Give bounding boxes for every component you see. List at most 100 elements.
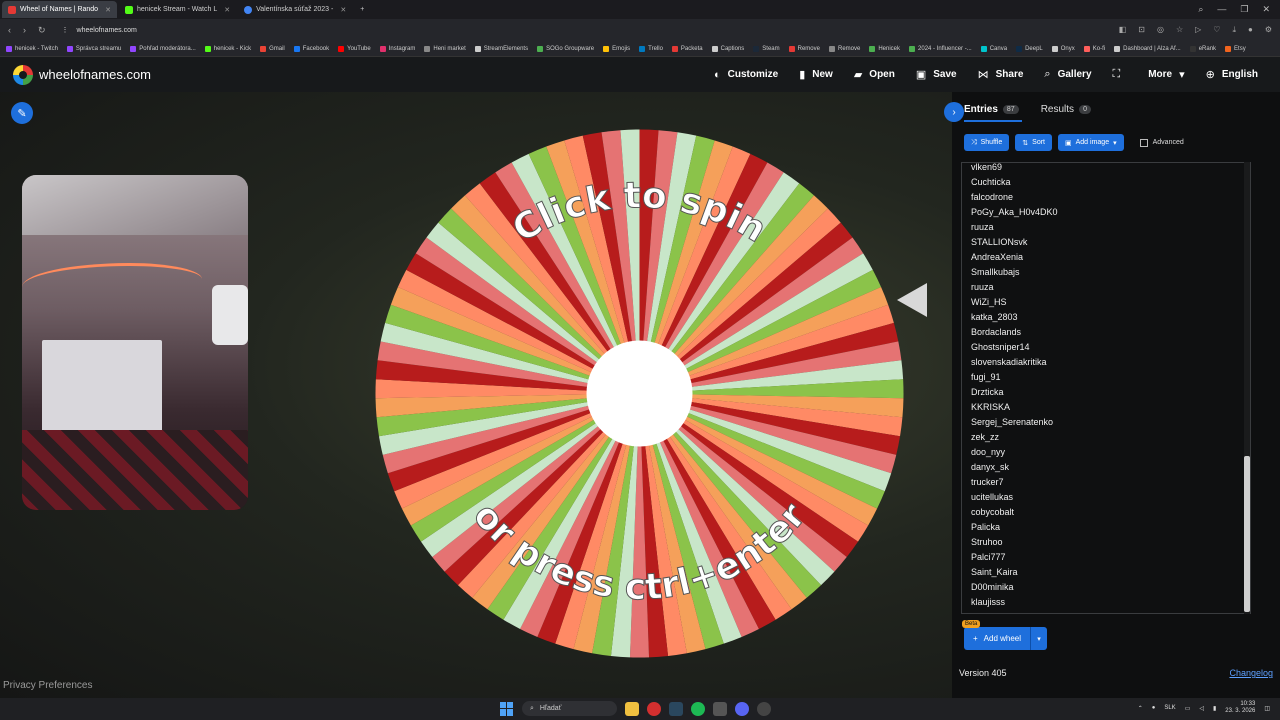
bookmark-item[interactable]: Gmail xyxy=(260,45,285,52)
settings-icon[interactable]: ⚙ xyxy=(1265,25,1272,35)
add-image-button[interactable]: ▣ Add image ▾ xyxy=(1058,134,1124,151)
discord-icon[interactable] xyxy=(735,701,749,716)
opera-icon[interactable] xyxy=(647,701,661,716)
menu-item-more[interactable]: More ▾ xyxy=(1148,68,1184,81)
wheel-svg[interactable]: Click to spinor press ctrl+enter xyxy=(373,127,906,660)
battery-icon[interactable]: ▮ xyxy=(1213,705,1216,712)
menu-item-open[interactable]: ▰ Open xyxy=(854,68,895,81)
site-logo[interactable]: wheelofnames.com xyxy=(13,64,151,85)
bookmark-item[interactable]: eRank xyxy=(1189,45,1216,52)
close-tab-icon[interactable]: ✕ xyxy=(224,6,230,14)
bookmark-item[interactable]: Etsy xyxy=(1225,45,1246,52)
menu-item-fullscreen[interactable]: ⛶ xyxy=(1113,68,1128,81)
bookmark-item[interactable]: YouTube xyxy=(338,45,371,52)
camera-icon[interactable]: ◎ xyxy=(1157,25,1164,35)
bookmark-item[interactable]: Instagram xyxy=(379,45,415,52)
xbox-icon[interactable] xyxy=(713,701,727,716)
file-explorer-icon[interactable] xyxy=(625,701,639,716)
close-window-icon[interactable]: ✕ xyxy=(1262,4,1270,15)
reload-icon[interactable]: ↻ xyxy=(38,25,46,36)
network-icon[interactable]: ▭ xyxy=(1185,705,1191,712)
webcam-overlay xyxy=(22,175,248,510)
menu-item-new[interactable]: ▮ New xyxy=(799,68,833,81)
bookmark-item[interactable]: henicek - Twitch xyxy=(6,45,58,52)
bookmark-item[interactable]: Facebook xyxy=(293,45,329,52)
minimize-icon[interactable]: — xyxy=(1217,4,1226,15)
changelog-link[interactable]: Changelog xyxy=(1229,668,1273,678)
bookmark-item[interactable]: 2024 - Influencer -... xyxy=(909,45,972,52)
forward-icon[interactable]: › xyxy=(23,25,26,36)
notification-icon[interactable]: ◫ xyxy=(1264,705,1270,712)
new-tab-button[interactable]: + xyxy=(354,1,370,18)
scrollbar-thumb[interactable] xyxy=(1244,456,1250,612)
entries-textarea[interactable]: vlken69 Cuchticka falcodrone PoGy_Aka_H0v4D… xyxy=(961,162,1251,614)
spotify-icon[interactable] xyxy=(691,701,705,716)
star-icon[interactable]: ☆ xyxy=(1176,25,1183,35)
bookmark-item[interactable]: Canva xyxy=(980,45,1007,52)
bookmark-item[interactable]: Steam xyxy=(753,45,780,52)
bookmark-item[interactable]: Heni market xyxy=(424,45,466,52)
menu-item-gallery[interactable]: ⌕ Gallery xyxy=(1044,68,1091,81)
lang-indicator[interactable]: SLK xyxy=(1164,705,1175,711)
translate-icon[interactable]: ◧ xyxy=(1119,25,1127,35)
bookmark-item[interactable]: henicek - Kick xyxy=(204,45,251,52)
bookmark-item[interactable]: Remove xyxy=(828,45,860,52)
wheel[interactable]: Click to spin or press ctrl+enter xyxy=(373,127,906,660)
add-wheel-dropdown-button[interactable]: ▾ xyxy=(1030,627,1048,650)
heart-icon[interactable]: ♡ xyxy=(1213,25,1220,35)
url-field[interactable]: wheelofnames.com xyxy=(77,27,137,34)
entries-scrollbar[interactable] xyxy=(1244,162,1250,614)
bookmark-item[interactable]: Správca streamu xyxy=(66,45,121,52)
browser-tab-2[interactable]: Valentínska súťaž 2023 - ✕ xyxy=(238,1,352,18)
tray-chevron-icon[interactable]: ⌃ xyxy=(1138,705,1143,712)
volume-icon[interactable]: ◁ xyxy=(1199,705,1204,712)
menu-item-share[interactable]: ⋈ Share xyxy=(978,68,1024,81)
site-info-icon[interactable]: ⋮ xyxy=(62,26,69,34)
menu-item-english[interactable]: ⊕ English xyxy=(1206,68,1258,81)
entry-line: cobycobalt xyxy=(971,507,1015,517)
sort-button[interactable]: ⇅ Sort xyxy=(1015,134,1052,151)
bookmark-item[interactable]: Henicek xyxy=(869,45,900,52)
wheel-center[interactable] xyxy=(586,340,693,447)
bookmark-item[interactable]: DeepL xyxy=(1016,45,1043,52)
bookmark-item[interactable]: Emojis xyxy=(603,45,630,52)
add-wheel-button[interactable]: + Add wheel xyxy=(964,627,1031,650)
tab-entries[interactable]: Entries 87 xyxy=(964,104,1019,115)
menu-item-save[interactable]: ▣ Save xyxy=(916,68,957,81)
bookmark-item[interactable]: Onyx xyxy=(1051,45,1075,52)
play-icon[interactable]: ▷ xyxy=(1195,25,1201,35)
bookmark-item[interactable]: Remove xyxy=(788,45,820,52)
close-tab-icon[interactable]: ✕ xyxy=(340,6,346,14)
browser-tab-0[interactable]: Wheel of Names | Rando ✕ xyxy=(2,1,117,18)
back-icon[interactable]: ‹ xyxy=(8,25,11,36)
browser-tab-1[interactable]: henicek Stream - Watch L ✕ xyxy=(119,1,236,18)
start-button[interactable] xyxy=(500,701,514,716)
close-tab-icon[interactable]: ✕ xyxy=(105,6,111,14)
taskbar-search[interactable]: ⌕ Hľadať xyxy=(522,701,617,716)
bookmark-item[interactable]: Pohľad moderátora... xyxy=(130,45,196,52)
bookmark-item[interactable]: Ko-fi xyxy=(1083,45,1105,52)
advanced-checkbox[interactable]: Advanced xyxy=(1139,138,1184,147)
bookmark-item[interactable]: Dashboard | Alza Af... xyxy=(1114,45,1181,52)
profile-icon[interactable]: ● xyxy=(1248,25,1253,35)
mic-icon[interactable]: ● xyxy=(1152,705,1156,711)
clock[interactable]: 10:33 23. 3. 2026 xyxy=(1225,701,1255,715)
bookmark-item[interactable]: Trello xyxy=(639,45,663,52)
extension-icon[interactable]: ⊡ xyxy=(1138,25,1145,35)
bookmark-item[interactable]: Captions xyxy=(711,45,744,52)
bookmark-item[interactable]: StreamElements xyxy=(474,45,528,52)
menu-item-customize[interactable]: ◐ Customize xyxy=(714,69,778,81)
checkbox-icon xyxy=(1139,138,1148,147)
shuffle-button[interactable]: ⤨ Shuffle xyxy=(964,134,1010,151)
download-icon[interactable]: ⤓ xyxy=(1232,25,1236,35)
bookmark-item[interactable]: SOGo Groupware xyxy=(537,45,594,52)
privacy-preferences-link[interactable]: Privacy Preferences xyxy=(3,680,92,691)
collapse-panel-button[interactable]: › xyxy=(944,102,964,122)
tab-results[interactable]: Results 0 xyxy=(1041,104,1091,115)
edit-pencil-button[interactable]: ✎ xyxy=(11,102,33,124)
maximize-icon[interactable]: ❐ xyxy=(1240,4,1248,15)
app-icon[interactable] xyxy=(757,701,771,716)
bookmark-item[interactable]: Packeta xyxy=(671,45,703,52)
steam-icon[interactable] xyxy=(669,701,683,716)
search-tabs-icon[interactable]: ⌕ xyxy=(1198,4,1203,15)
